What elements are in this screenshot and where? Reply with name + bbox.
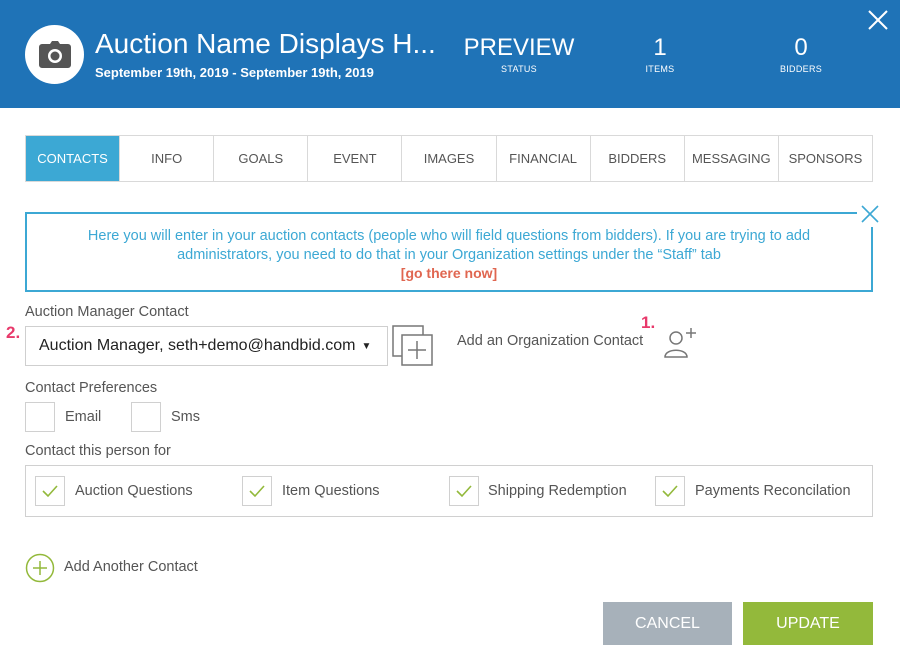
payments-reconcilation-checkbox[interactable] [655,476,685,506]
add-copy-icon[interactable] [392,325,434,367]
sms-label: Sms [171,409,200,425]
auction-questions-label: Auction Questions [75,483,193,499]
status-stat: PREVIEW STATUS [460,34,578,74]
add-org-contact-label: Add an Organization Contact [457,333,644,349]
check-icon [662,485,678,498]
item-questions-checkbox[interactable] [242,476,272,506]
shipping-redemption-checkbox[interactable] [449,476,479,506]
auction-dates: September 19th, 2019 - September 19th, 2… [95,65,374,80]
email-label: Email [65,409,102,425]
info-notice: Here you will enter in your auction cont… [25,212,873,292]
auction-image[interactable] [25,25,84,84]
tab-contacts[interactable]: CONTACTS [26,136,121,181]
add-user-icon[interactable] [662,325,698,359]
bidders-label: BIDDERS [779,64,823,74]
close-notice-icon[interactable] [857,201,883,227]
tab-info[interactable]: INFO [120,136,215,181]
auction-title: Auction Name Displays H... [95,28,436,59]
annotation-2: 2. [6,323,21,342]
item-questions-label: Item Questions [282,483,380,499]
status-label: STATUS [501,64,537,74]
tab-goals[interactable]: GOALS [214,136,309,181]
update-button[interactable]: UPDATE [743,602,873,645]
camera-icon [38,41,71,68]
sms-checkbox[interactable] [131,402,161,432]
items-label: ITEMS [645,64,675,74]
email-checkbox[interactable] [25,402,55,432]
auction-questions-checkbox[interactable] [35,476,65,506]
items-value: 1 [653,34,667,61]
manager-contact-label: Auction Manager Contact [25,304,189,320]
manager-contact-select[interactable]: Auction Manager, seth+demo@handbid.com ▼ [25,326,388,366]
caret-down-icon: ▼ [361,340,372,352]
notice-text: Here you will enter in your auction cont… [87,228,811,263]
shipping-redemption-label: Shipping Redemption [488,483,627,499]
tab-bidders[interactable]: BIDDERS [591,136,685,181]
tab-event[interactable]: EVENT [308,136,403,181]
tab-bar: CONTACTS INFO GOALS EVENT IMAGES FINANCI… [25,135,873,182]
tab-financial[interactable]: FINANCIAL [497,136,591,181]
close-modal-icon[interactable] [865,7,891,33]
check-icon [249,485,265,498]
check-icon [456,485,472,498]
modal-header: Auction Name Displays H... September 19t… [0,0,900,108]
bidders-value: 0 [794,34,808,61]
go-there-now-link[interactable]: [go there now] [27,265,871,281]
contact-preferences-label: Contact Preferences [25,380,158,396]
check-icon [42,485,58,498]
payments-reconcilation-label: Payments Reconcilation [695,483,851,499]
tab-messaging[interactable]: MESSAGING [685,136,779,181]
tab-sponsors[interactable]: SPONSORS [779,136,872,181]
annotation-1: 1. [641,313,656,332]
items-stat: 1 ITEMS [630,34,690,74]
tab-images[interactable]: IMAGES [402,136,497,181]
contact-purpose-label: Contact this person for [25,443,171,459]
status-value: PREVIEW [463,34,575,61]
cancel-button[interactable]: CANCEL [603,602,732,645]
manager-contact-value: Auction Manager, seth+demo@handbid.com [39,337,356,354]
add-circle-icon[interactable] [25,553,55,583]
add-another-contact-link[interactable]: Add Another Contact [64,559,198,575]
bidders-stat: 0 BIDDERS [770,34,832,74]
